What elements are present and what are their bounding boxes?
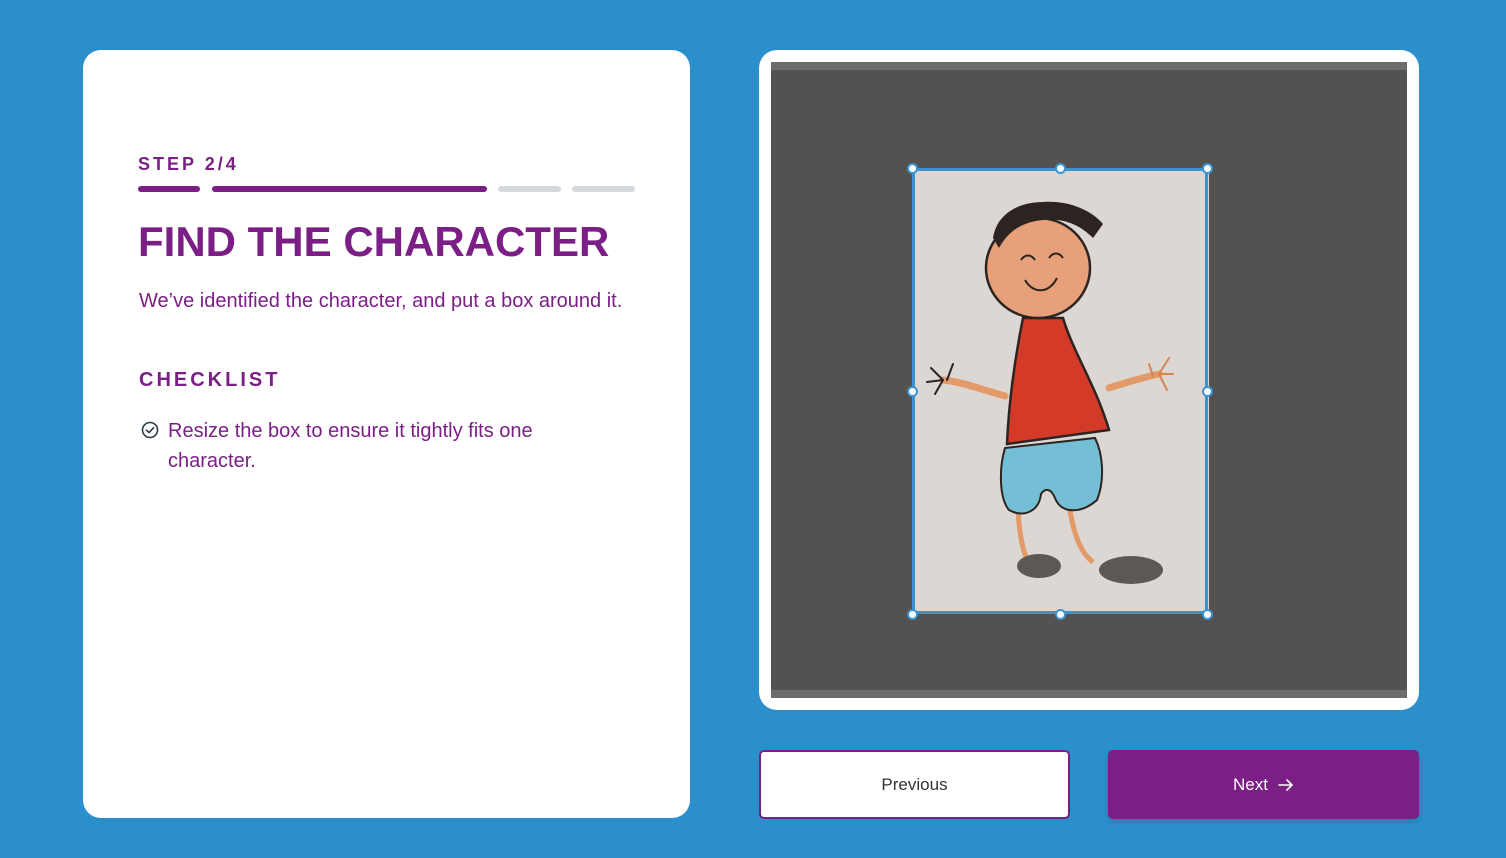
step-indicator: STEP 2/4	[138, 154, 239, 174]
resize-handle-top-right[interactable]	[1202, 163, 1213, 174]
resize-handle-right[interactable]	[1202, 386, 1213, 397]
resize-handle-left[interactable]	[907, 386, 918, 397]
resize-handle-bottom-right[interactable]	[1202, 609, 1213, 620]
resize-handle-bottom[interactable]	[1055, 609, 1066, 620]
resize-handle-bottom-left[interactable]	[907, 609, 918, 620]
next-button[interactable]: Next	[1108, 750, 1419, 819]
image-editor-card	[759, 50, 1419, 710]
previous-button-label: Previous	[881, 774, 948, 794]
photo-edge-top	[771, 62, 1407, 70]
resize-handle-top-left[interactable]	[907, 163, 918, 174]
checklist-item-text: Resize the box to ensure it tightly fits…	[168, 420, 533, 472]
character-bounding-box[interactable]	[912, 168, 1208, 614]
progress-segment-3	[498, 186, 561, 192]
character-photo	[771, 62, 1407, 698]
checklist-item: Resize the box to ensure it tightly fits…	[140, 416, 600, 476]
previous-button[interactable]: Previous	[759, 750, 1070, 819]
instructions-panel: STEP 2/4 FIND THE CHARACTER We’ve identi…	[83, 50, 690, 818]
checklist-heading: CHECKLIST	[139, 369, 281, 391]
progress-segment-1	[138, 186, 200, 192]
arrow-right-icon	[1278, 778, 1293, 791]
progress-segment-4	[572, 186, 635, 192]
step-progress-bar	[138, 186, 635, 192]
page-description: We’ve identified the character, and put …	[139, 290, 623, 312]
resize-handle-top[interactable]	[1055, 163, 1066, 174]
progress-segment-2	[212, 186, 487, 192]
photo-edge-bottom	[771, 690, 1407, 698]
page-title: FIND THE CHARACTER	[138, 218, 610, 265]
next-button-label: Next	[1233, 774, 1268, 794]
check-circle-icon	[141, 421, 159, 439]
